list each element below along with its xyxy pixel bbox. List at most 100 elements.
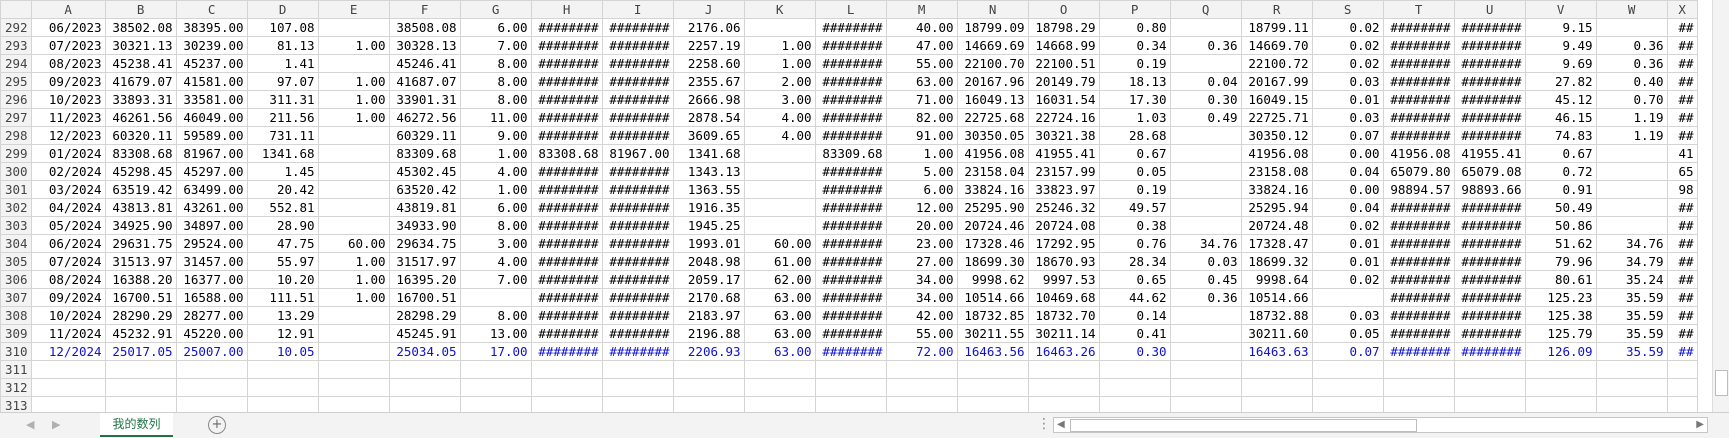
cell[interactable]: 30211.60 [1240,324,1313,343]
cell[interactable]: 0.76 [1098,234,1171,253]
cell[interactable]: 0.01 [1311,252,1384,271]
cell[interactable]: 6.00 [885,180,958,199]
cell[interactable] [1524,360,1597,379]
cell[interactable] [1169,216,1242,235]
cell[interactable] [743,216,816,235]
cell[interactable] [1595,198,1668,217]
cell[interactable]: 0.19 [1098,54,1171,73]
cell[interactable]: ######## [1453,90,1526,109]
cell[interactable]: 41955.41 [1027,144,1100,163]
cell[interactable]: 33824.16 [956,180,1029,199]
cell[interactable]: 83309.68 [388,144,461,163]
cell[interactable]: 1.00 [743,36,816,55]
cell[interactable]: 20724.48 [1240,216,1313,235]
cell[interactable]: 81967.00 [175,144,248,163]
cell[interactable]: 18732.85 [956,306,1029,325]
cell[interactable] [814,378,887,397]
cell[interactable]: 0.30 [1169,90,1242,109]
cell[interactable]: 46272.56 [388,108,461,127]
cell[interactable]: 41 [1666,144,1698,163]
cell[interactable]: 34.76 [1169,234,1242,253]
cell[interactable]: 34.00 [885,288,958,307]
cell[interactable]: 2196.88 [672,324,745,343]
row-header[interactable]: 310 [0,342,32,361]
cell[interactable]: 31513.97 [104,252,177,271]
cell[interactable] [1098,360,1171,379]
cell[interactable]: 59589.00 [175,126,248,145]
cell[interactable] [388,378,461,397]
cell[interactable]: 13.00 [459,324,532,343]
cell[interactable]: ######## [1382,36,1455,55]
cell[interactable]: 28.34 [1098,252,1171,271]
cell[interactable]: ######## [1382,90,1455,109]
cell[interactable]: 28298.29 [388,306,461,325]
cell[interactable]: 31517.97 [388,252,461,271]
cell[interactable]: 20167.96 [956,72,1029,91]
cell[interactable]: ## [1666,198,1698,217]
cell[interactable]: ######## [530,36,603,55]
chevron-left-icon[interactable]: ◀ [26,418,34,431]
cell[interactable]: 17.30 [1098,90,1171,109]
cell[interactable]: 1.00 [885,144,958,163]
cell[interactable]: 2355.67 [672,72,745,91]
cell[interactable]: 28.90 [246,216,319,235]
cell[interactable]: 0.45 [1169,270,1242,289]
cell[interactable]: 20724.46 [956,216,1029,235]
cell[interactable]: 1945.25 [672,216,745,235]
cell[interactable]: ######## [1382,54,1455,73]
cell[interactable]: ######## [1382,342,1455,361]
cell[interactable]: 65079.80 [1382,162,1455,181]
column-header[interactable]: A [30,0,106,19]
cell[interactable]: 45245.91 [388,324,461,343]
cell[interactable]: ######## [1453,288,1526,307]
cell[interactable]: 13.29 [246,306,319,325]
cell[interactable]: 41687.07 [388,72,461,91]
cell[interactable] [530,360,603,379]
cell[interactable]: 0.05 [1311,324,1384,343]
cell[interactable]: 1341.68 [246,144,319,163]
cell[interactable]: 46261.56 [104,108,177,127]
cell[interactable]: ######## [1382,252,1455,271]
cell[interactable]: 34933.90 [388,216,461,235]
cell[interactable]: 22100.72 [1240,54,1313,73]
cell[interactable]: 25295.94 [1240,198,1313,217]
cell[interactable] [317,144,390,163]
cell[interactable]: ######## [530,72,603,91]
cell[interactable]: ######## [601,198,674,217]
cell[interactable]: ######## [530,324,603,343]
cell[interactable] [30,378,106,397]
column-header[interactable]: P [1098,0,1171,19]
cell[interactable]: 25007.00 [175,342,248,361]
cell[interactable]: 35.59 [1595,288,1668,307]
cell[interactable]: ######## [1453,342,1526,361]
cell[interactable]: 41679.07 [104,72,177,91]
cell[interactable]: ######## [1453,126,1526,145]
cell[interactable]: 0.14 [1098,306,1171,325]
cell[interactable]: 9.69 [1524,54,1597,73]
cell[interactable]: 91.00 [885,126,958,145]
cell[interactable]: 4.00 [459,162,532,181]
cell[interactable]: ######## [814,324,887,343]
cell[interactable]: 06/2023 [30,18,106,37]
cell[interactable]: 1.03 [1098,108,1171,127]
column-header[interactable]: O [1027,0,1100,19]
cell[interactable]: 10/2024 [30,306,106,325]
chevron-right-icon[interactable]: ▶ [52,418,60,431]
cell[interactable] [317,180,390,199]
cell[interactable]: 08/2024 [30,270,106,289]
cell[interactable]: 63519.42 [104,180,177,199]
cell[interactable]: 0.65 [1098,270,1171,289]
cell[interactable]: 38508.08 [388,18,461,37]
cell[interactable]: 29634.75 [388,234,461,253]
cell[interactable]: 1363.55 [672,180,745,199]
cell[interactable]: 20.00 [885,216,958,235]
cell[interactable] [743,378,816,397]
cell[interactable]: 8.00 [459,54,532,73]
cell[interactable] [104,378,177,397]
cell[interactable] [30,360,106,379]
row-header[interactable]: 298 [0,126,32,145]
cell[interactable]: 8.00 [459,72,532,91]
cell[interactable]: 7.00 [459,36,532,55]
cell[interactable]: ######## [601,252,674,271]
cell[interactable]: ## [1666,270,1698,289]
